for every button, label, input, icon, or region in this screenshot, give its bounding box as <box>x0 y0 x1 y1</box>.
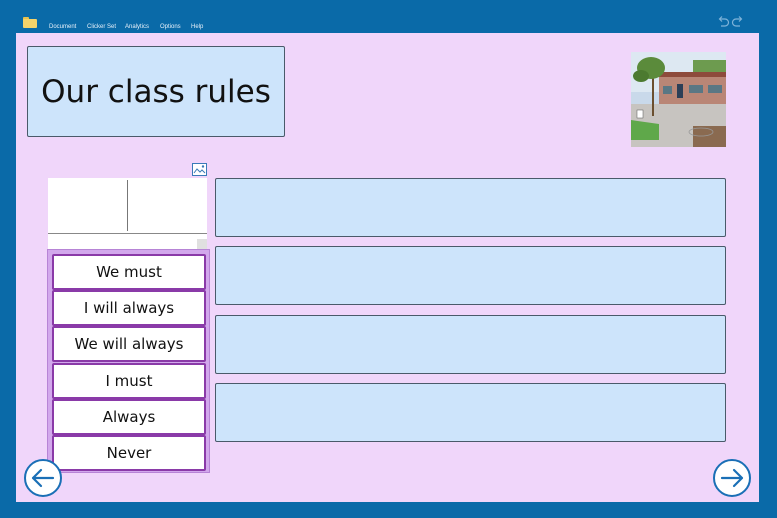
word-button-always[interactable]: Always <box>52 399 206 435</box>
undo-icon[interactable] <box>716 15 730 29</box>
grid-divider <box>127 180 128 231</box>
word-button-i-will-always[interactable]: I will always <box>52 290 206 326</box>
word-button-never[interactable]: Never <box>52 435 206 471</box>
menu-options[interactable]: Options <box>160 24 181 30</box>
writing-box-4[interactable] <box>215 383 726 442</box>
menu-clicker-set[interactable]: Clicker Set <box>87 24 116 30</box>
menu-help[interactable]: Help <box>191 24 203 30</box>
writing-box-1[interactable] <box>215 178 726 237</box>
image-icon[interactable] <box>192 163 207 176</box>
menu-document[interactable]: Document <box>49 24 76 30</box>
word-button-we-must[interactable]: We must <box>52 254 206 290</box>
folder-icon[interactable] <box>23 17 37 28</box>
menu-bar: Document Clicker Set Analytics Options H… <box>0 0 777 33</box>
school-photo <box>631 52 726 147</box>
writing-box-2[interactable] <box>215 246 726 305</box>
menu-analytics[interactable]: Analytics <box>125 24 149 30</box>
page-canvas: Our class rules We must I will always We… <box>16 33 759 502</box>
word-button-i-must[interactable]: I must <box>52 363 206 399</box>
arrow-left-icon[interactable] <box>23 458 63 498</box>
redo-icon[interactable] <box>731 15 745 29</box>
page-title: Our class rules <box>41 73 271 110</box>
grid-line <box>48 233 207 234</box>
arrow-right-icon[interactable] <box>712 458 752 498</box>
word-button-we-will-always[interactable]: We will always <box>52 326 206 362</box>
word-list: We must I will always We will always I m… <box>47 249 210 473</box>
sentence-grid[interactable] <box>48 178 207 250</box>
title-box: Our class rules <box>27 46 285 137</box>
resize-handle[interactable] <box>197 239 207 249</box>
writing-box-3[interactable] <box>215 315 726 374</box>
